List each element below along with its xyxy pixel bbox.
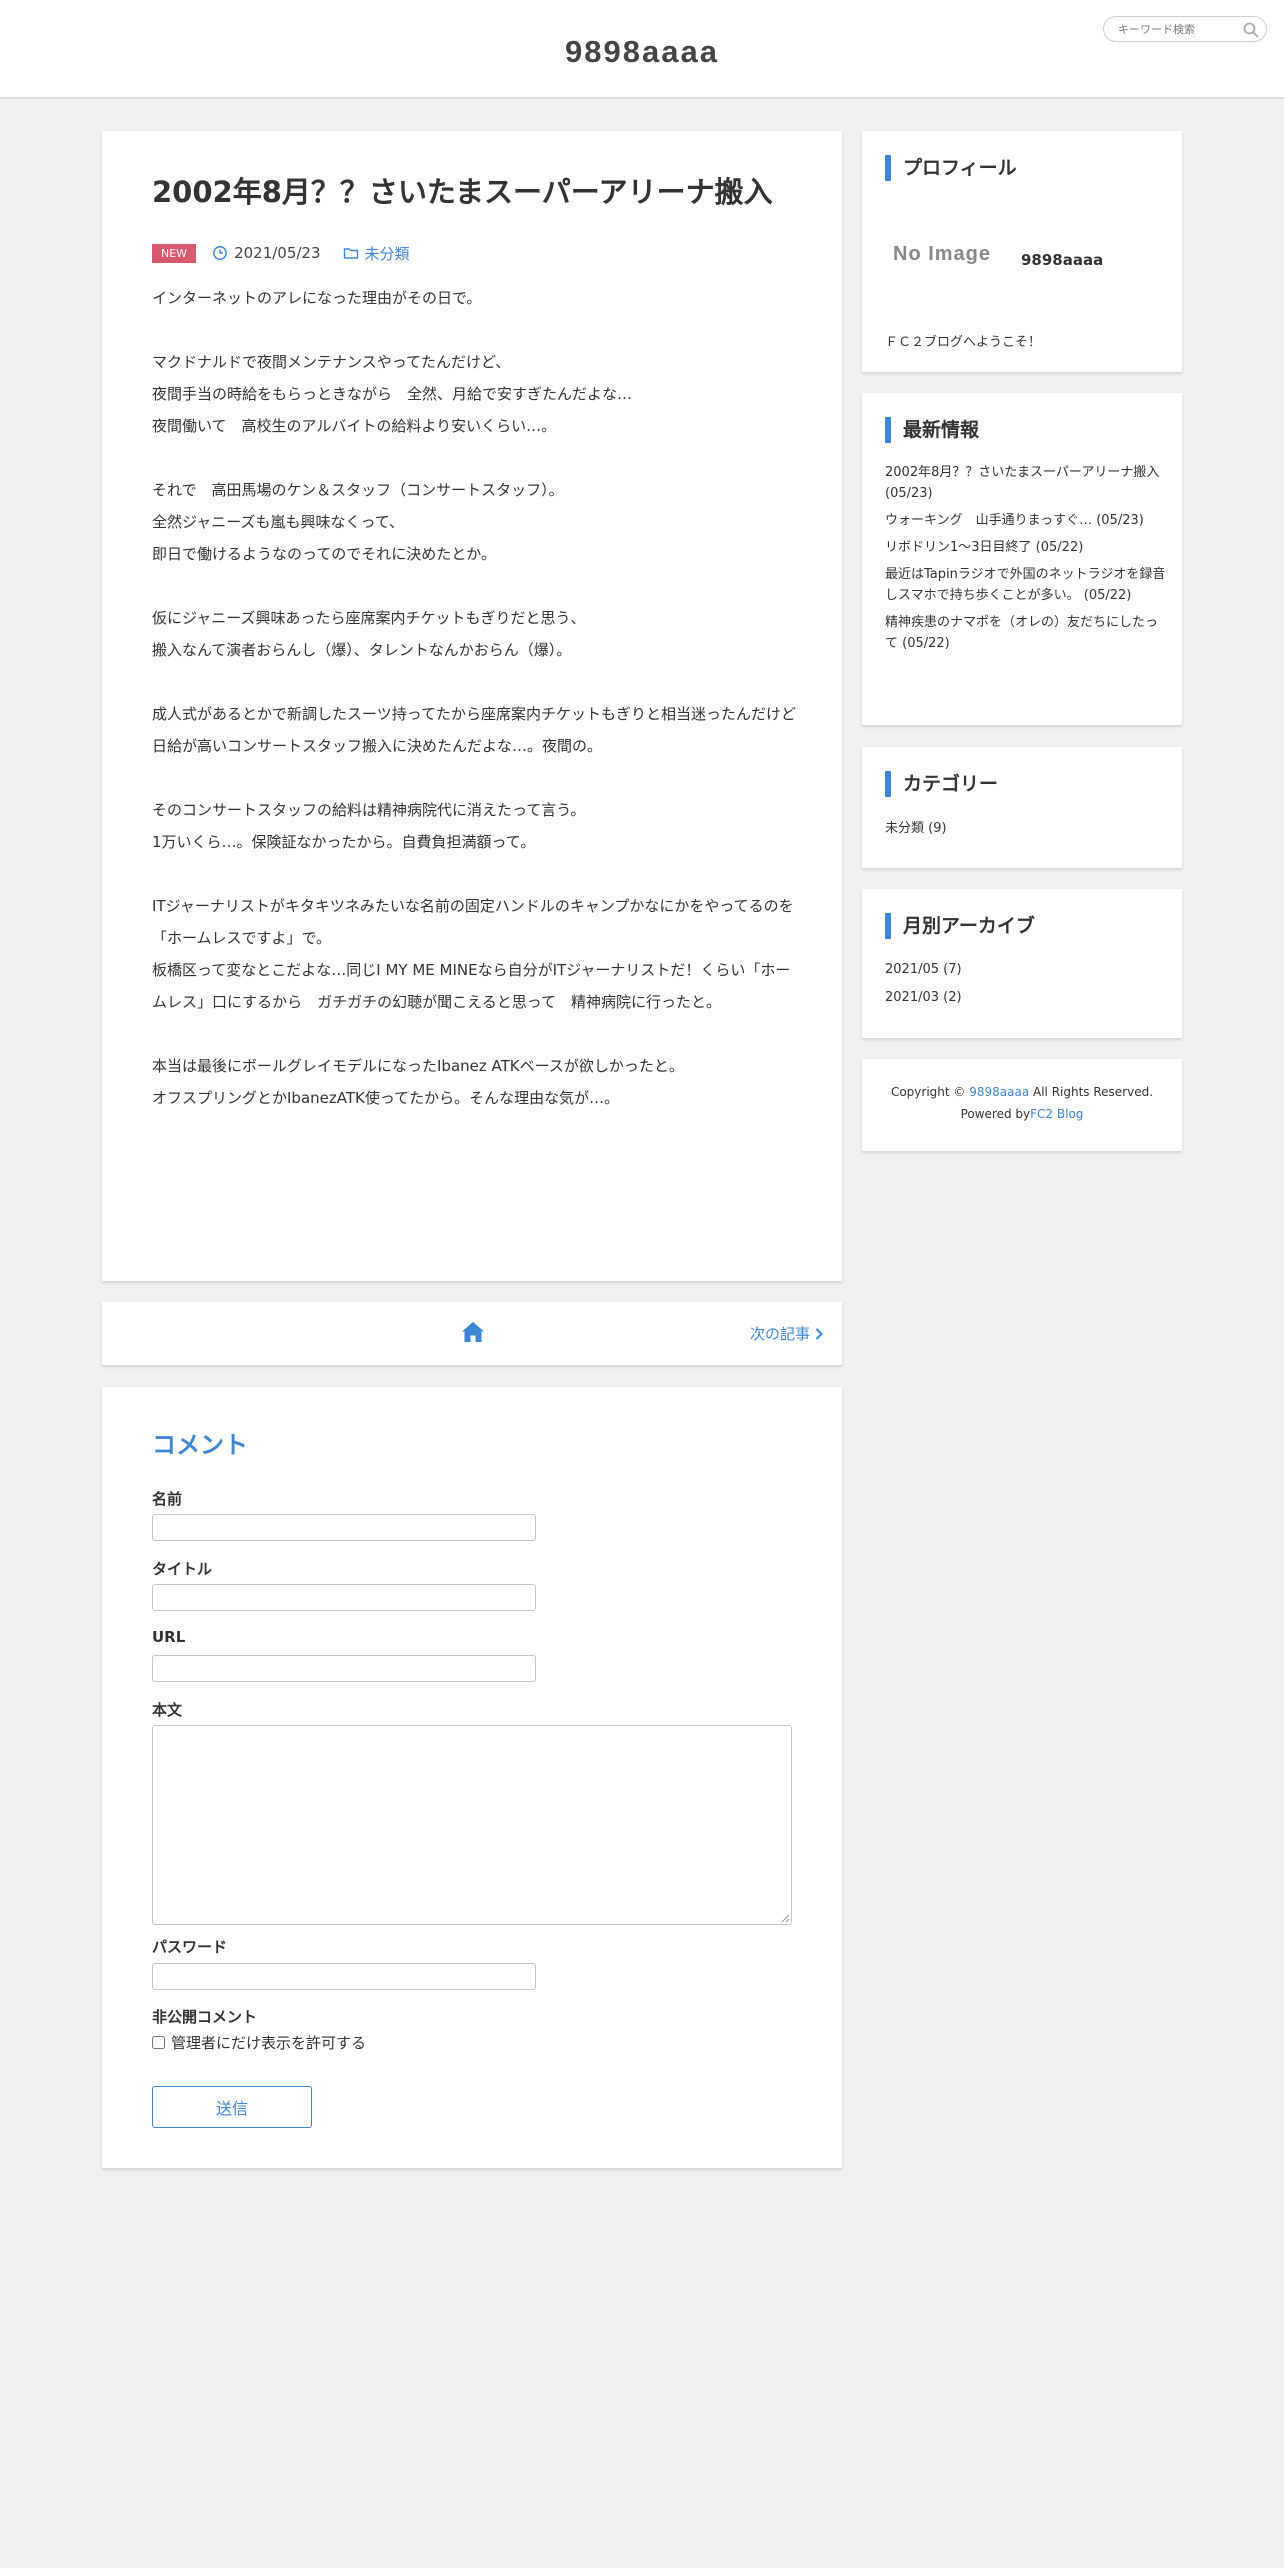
body-label: 本文 — [152, 1701, 183, 1719]
profile-name: 9898aaaa — [1021, 251, 1104, 269]
article-line: 即日で働けるようなのってのでそれに決めたとか。 — [152, 545, 496, 563]
name-label: 名前 — [152, 1490, 183, 1508]
copyright-suffix: All Rights Reserved. — [1033, 1085, 1154, 1099]
private-comment-option[interactable]: 管理者にだけ表示を許可する — [152, 2032, 366, 2053]
category-title: カテゴリー — [885, 771, 998, 797]
folder-icon — [343, 248, 358, 259]
recent-posts-widget: 最新情報 2002年8月？？さいたまスーパーアリーナ搬入 (05/23) ウォー… — [862, 393, 1182, 725]
resize-grip-icon[interactable] — [780, 1913, 790, 1923]
recent-posts-title: 最新情報 — [885, 417, 979, 443]
search-icon[interactable] — [1242, 21, 1260, 39]
title-field[interactable] — [152, 1584, 536, 1611]
article-line: 「ホームレスですよ」で。 — [152, 929, 331, 947]
article-line: そのコンサートスタッフの給料は精神病院代に消えたって言う。 — [152, 801, 586, 819]
new-badge: NEW — [152, 243, 197, 263]
password-field[interactable] — [152, 1963, 536, 1990]
search-box — [1103, 16, 1267, 42]
search-input[interactable] — [1118, 21, 1236, 38]
article-line: 搬入なんて演者おらんし（爆）、タレントなんかおらん（爆）。 — [152, 641, 572, 659]
clock-icon — [213, 246, 228, 260]
submit-button[interactable]: 送信 — [152, 2086, 312, 2128]
fc2-blog-link[interactable]: FC2 Blog — [1030, 1107, 1083, 1121]
archive-link[interactable]: 2021/05 (7) — [885, 959, 962, 980]
article-line: 仮にジャニーズ興味あったら座席案内チケットもぎりだと思う、 — [152, 609, 586, 627]
article-line: インターネットのアレになった理由がその日で。 — [152, 289, 482, 307]
name-field[interactable] — [152, 1514, 536, 1541]
site-header: 9898aaaa — [0, 0, 1284, 99]
recent-post-link[interactable]: 最近はTapinラジオで外国のネットラジオを録音しスマホで持ち歩くことが多い。 … — [885, 564, 1167, 606]
next-article-link[interactable]: 次の記事 — [750, 1323, 824, 1344]
article-body: インターネットのアレになった理由がその日で。マクドナルドで夜間メンテナンスやって… — [152, 282, 802, 1114]
url-label: URL — [152, 1628, 186, 1646]
archive-widget: 月別アーカイブ 2021/05 (7) 2021/03 (2) — [862, 889, 1182, 1038]
profile-widget: プロフィール No Image 9898aaaa ＦＣ２ブログへようこそ！ — [862, 131, 1182, 372]
comment-form: コメント 名前 タイトル URL 本文 パスワード 非公開コメント 管理者にだけ… — [102, 1387, 842, 2168]
article-line: ITジャーナリストがキタキツネみたいな名前の固定ハンドルのキャンプかなにかをやっ… — [152, 897, 794, 915]
recent-post-link[interactable]: 精神疾患のナマポを（オレの）友だちにしたって (05/22) — [885, 612, 1167, 654]
article-line: 成人式があるとかで新調したスーツ持ってたから座席案内チケットもぎりと相当迷ったん… — [152, 705, 796, 755]
profile-greeting: ＦＣ２ブログへようこそ！ — [885, 335, 1042, 350]
category-link[interactable]: 未分類 (9) — [885, 817, 947, 836]
article-pager: 次の記事 — [102, 1302, 842, 1365]
comment-heading: コメント — [152, 1431, 248, 1459]
copyright-widget: Copyright © 9898aaaa All Rights Reserved… — [862, 1059, 1182, 1151]
private-comment-checkbox[interactable] — [152, 2036, 165, 2049]
copyright-site-link[interactable]: 9898aaaa — [969, 1085, 1029, 1099]
archive-list: 2021/05 (7) 2021/03 (2) — [885, 959, 962, 1015]
private-comment-label: 非公開コメント — [152, 2008, 258, 2026]
recent-post-link[interactable]: リボドリン1～3日目終了 (05/22) — [885, 537, 1167, 558]
article-line: 板橋区って変なとこだよな…同じI MY ME MINEなら自分がITジャーナリス… — [152, 961, 791, 1011]
powered-by-line: Powered byFC2 Blog — [862, 1107, 1182, 1121]
powered-by-prefix: Powered by — [960, 1107, 1031, 1121]
private-comment-checkbox-label: 管理者にだけ表示を許可する — [171, 2034, 367, 2052]
copyright-prefix: Copyright © — [890, 1085, 966, 1099]
article-line: 夜間働いて 高校生のアルバイトの給料より安いくらい…。 — [152, 417, 557, 435]
recent-posts-list: 2002年8月？？さいたまスーパーアリーナ搬入 (05/23) ウォーキング 山… — [885, 462, 1167, 660]
article-title: 2002年8月？？さいたまスーパーアリーナ搬入 — [152, 175, 773, 209]
site-title[interactable]: 9898aaaa — [0, 34, 1284, 70]
article-line: 1万いくら…。保険証なかったから。自費負担満額って。 — [152, 833, 536, 851]
chevron-right-icon — [815, 1327, 823, 1340]
archive-title: 月別アーカイブ — [885, 913, 1035, 939]
article-card: 2002年8月？？さいたまスーパーアリーナ搬入 NEW 2021/05/23 未… — [102, 131, 842, 1281]
home-icon[interactable] — [459, 1318, 487, 1346]
category-widget: カテゴリー 未分類 (9) — [862, 747, 1182, 868]
body-textarea[interactable] — [152, 1725, 792, 1925]
profile-title: プロフィール — [885, 155, 1017, 181]
article-meta: NEW 2021/05/23 未分類 — [152, 241, 410, 265]
archive-link[interactable]: 2021/03 (2) — [885, 987, 962, 1008]
title-label: タイトル — [152, 1560, 213, 1578]
url-field[interactable] — [152, 1655, 536, 1682]
article-line: 夜間手当の時給をもらっときながら 全然、月給で安すぎたんだよな… — [152, 385, 633, 403]
password-label: パスワード — [152, 1938, 228, 1956]
copyright-line: Copyright © 9898aaaa All Rights Reserved… — [862, 1085, 1182, 1099]
article-line: それで 高田馬場のケン＆スタッフ（コンサートスタッフ）。 — [152, 481, 564, 499]
article-line: 本当は最後にボールグレイモデルになったIbanez ATKベースが欲しかったと。 — [152, 1057, 684, 1075]
recent-post-link[interactable]: ウォーキング 山手通りまっすぐ… (05/23) — [885, 510, 1167, 531]
article-line: オフスプリングとかIbanezATK使ってたから。そんな理由な気が…。 — [152, 1089, 620, 1107]
article-date: 2021/05/23 — [234, 244, 321, 262]
article-line: マクドナルドで夜間メンテナンスやってたんだけど、 — [152, 353, 511, 371]
article-line: 全然ジャニーズも嵐も興味なくって、 — [152, 513, 405, 531]
avatar: No Image — [893, 243, 992, 265]
article-category-link[interactable]: 未分類 — [365, 243, 410, 264]
recent-post-link[interactable]: 2002年8月？？さいたまスーパーアリーナ搬入 (05/23) — [885, 462, 1167, 504]
next-article-label: 次の記事 — [749, 1325, 810, 1343]
